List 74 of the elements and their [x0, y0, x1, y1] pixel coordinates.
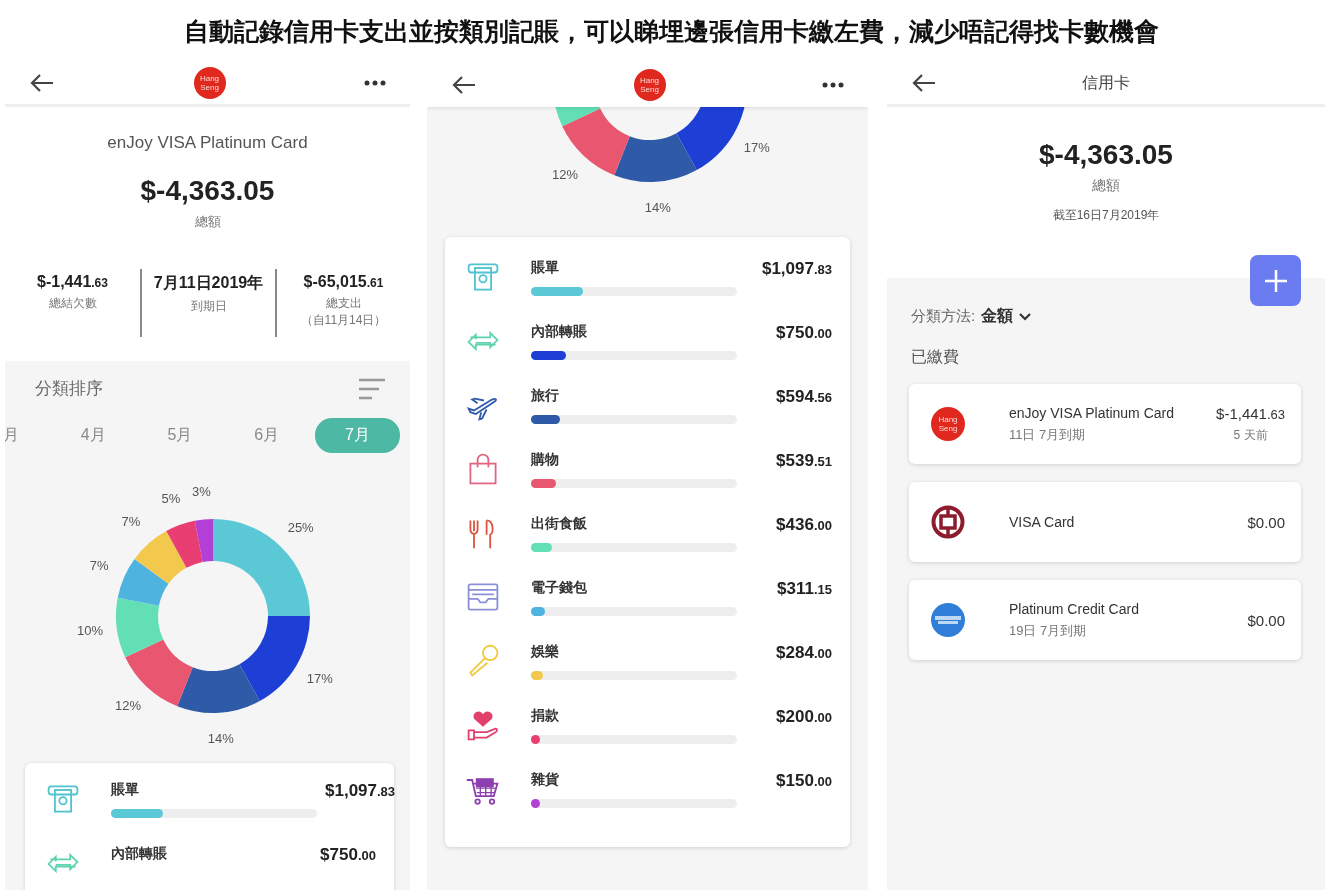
- category-amount: $436.00: [776, 515, 832, 535]
- summary-note: （自11月14日）: [300, 312, 387, 329]
- bank-logo: Hang Seng: [633, 68, 666, 101]
- total-balance: $-4,363.05: [1039, 139, 1173, 171]
- category-amount: $594.56: [776, 387, 832, 407]
- category-name: 娛樂: [531, 643, 559, 661]
- category-amount: $200.00: [776, 707, 832, 727]
- back-arrow-icon[interactable]: [911, 73, 937, 93]
- summary-value: $-65,015.61: [303, 273, 384, 291]
- screen-title: 信用卡: [1082, 72, 1130, 93]
- more-icon[interactable]: [364, 80, 386, 86]
- credit-card-item[interactable]: VISA Card $0.00: [909, 482, 1301, 562]
- month-tab[interactable]: 4月: [54, 419, 132, 452]
- as-of-date: 截至16日7月2019年: [1052, 207, 1160, 224]
- summary-value: 7月11日2019年: [153, 273, 264, 293]
- category-amount: $150.00: [776, 771, 832, 791]
- category-name: 購物: [531, 451, 559, 469]
- sort-label: 分類方法:: [911, 307, 976, 326]
- total-balance: $-4,363.05: [140, 175, 275, 207]
- more-icon[interactable]: [822, 81, 844, 88]
- sort-dropdown[interactable]: 金額: [981, 306, 1032, 327]
- percent-label: 3%: [191, 484, 211, 499]
- card-logo-icon: [931, 603, 965, 637]
- add-button[interactable]: [1250, 255, 1301, 306]
- summary-label: 總結欠數: [48, 295, 97, 312]
- month-tab[interactable]: 5月: [141, 419, 219, 452]
- category-amount: $311.15: [777, 579, 832, 599]
- percent-label: 10%: [76, 623, 103, 638]
- category-name: 捐款: [531, 707, 559, 725]
- plus-icon: [1263, 268, 1288, 293]
- category-amount: $1,097.83: [325, 781, 396, 801]
- category-name: 旅行: [531, 387, 559, 405]
- category-amount: $750.00: [776, 323, 832, 343]
- category-amount: $1,097.83: [761, 259, 832, 279]
- headline: 自動記錄信用卡支出並按類別記賬，可以睇埋邊張信用卡繳左費，減少唔記得找卡數機會: [183, 15, 1159, 47]
- card-name: enJoy VISA Platinum Card: [107, 133, 308, 153]
- section-title: 已繳費: [911, 348, 959, 365]
- percent-label: 12%: [552, 166, 579, 182]
- total-label: 總額: [194, 213, 221, 231]
- category-name: 雜貨: [531, 771, 559, 789]
- category-name: 內部轉賬: [531, 323, 587, 341]
- category-name: 電子錢包: [531, 579, 587, 597]
- category-amount: $539.51: [776, 451, 832, 471]
- percent-label: 12%: [115, 697, 142, 713]
- summary-value: $-1,441.63: [37, 273, 108, 291]
- category-amount: $284.00: [776, 643, 832, 663]
- category-amount: $750.00: [320, 845, 376, 865]
- sort-icon[interactable]: [359, 377, 385, 400]
- percent-label: 7%: [89, 558, 109, 574]
- percent-label: 17%: [306, 670, 333, 686]
- category-name: 出街食飯: [531, 515, 587, 533]
- category-name: 內部轉賬: [111, 845, 167, 863]
- section-title: 分類排序: [35, 378, 103, 400]
- month-tab[interactable]: 7月: [315, 418, 400, 453]
- percent-label: 25%: [287, 519, 314, 535]
- bank-logo-icon: [931, 505, 965, 539]
- percent-label: 7%: [121, 514, 141, 530]
- back-arrow-icon[interactable]: [451, 74, 477, 95]
- category-name: 賬單: [111, 781, 139, 799]
- percent-label: 17%: [743, 139, 770, 155]
- month-tab[interactable]: 6月: [228, 419, 306, 452]
- credit-card-item[interactable]: Hang Seng enJoy VISA Platinum Card 11日 7月到期 $-1,441.63 5 天前: [909, 384, 1301, 464]
- back-arrow-icon[interactable]: [29, 73, 55, 93]
- bank-logo: Hang Seng: [193, 67, 226, 99]
- bank-logo: Hang Seng: [931, 407, 965, 441]
- chevron-down-icon: [1019, 312, 1032, 321]
- percent-label: 14%: [644, 200, 671, 216]
- summary-label: 總支出: [325, 295, 362, 312]
- percent-label: 14%: [207, 731, 234, 747]
- summary-label: 到期日: [190, 298, 227, 315]
- credit-card-item[interactable]: Platinum Credit Card 19日 7月到期 $0.00: [909, 580, 1301, 660]
- total-label: 總額: [1092, 177, 1120, 195]
- percent-label: 5%: [161, 490, 181, 506]
- category-name: 賬單: [531, 259, 559, 277]
